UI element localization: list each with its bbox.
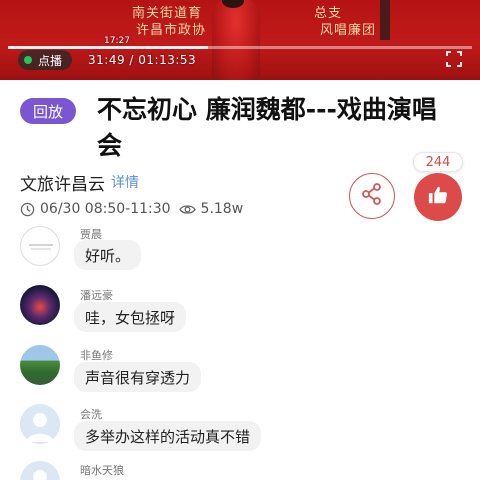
view-count: 5.18w [200, 201, 244, 217]
comment-text: 声音很有穿透力 [74, 362, 202, 392]
logo-avatar[interactable] [20, 226, 60, 266]
comment-text: 多举办这样的活动真不错 [74, 421, 262, 451]
comment-text: 哇，女包拯呀 [74, 302, 187, 332]
eye-icon [178, 202, 201, 217]
program-meta: 06/30 08:50-11:30 5.18w [20, 201, 243, 217]
comment-text: 好听。 [74, 240, 142, 270]
time-range: 06/30 08:50-11:30 [40, 201, 171, 217]
fullscreen-icon[interactable] [446, 51, 462, 67]
live-dot-icon [24, 56, 32, 64]
thumbs-up-icon [427, 184, 449, 210]
share-icon [360, 182, 384, 210]
replay-badge: 回放 [20, 98, 76, 124]
clock-icon [20, 202, 40, 217]
play-time: 31:49 / 01:13:53 [88, 53, 197, 67]
night-avatar[interactable] [20, 285, 60, 325]
stage-prop [380, 0, 390, 40]
mode-badge[interactable]: 点播 [18, 50, 73, 70]
default-avatar[interactable] [20, 461, 60, 480]
stage-banner-text: 风唱廉团 [320, 23, 377, 38]
channel-name[interactable]: 文旅许昌云 [20, 170, 105, 195]
nature-avatar[interactable] [20, 345, 60, 385]
commenter-name: 潘远豪 [80, 289, 113, 302]
player-controls: 点播 31:49 / 01:13:53 [0, 48, 480, 72]
like-count-badge: 244 [413, 152, 463, 172]
like-button[interactable] [414, 173, 462, 221]
stage-banner-text: 许昌市政协 [136, 23, 207, 38]
share-button[interactable] [349, 173, 395, 219]
commenter-name: 非鱼修 [80, 349, 113, 362]
mode-label: 点播 [38, 53, 63, 68]
default-avatar[interactable] [20, 404, 60, 444]
video-player[interactable]: 南关街道育 许昌市政协 总支 风唱廉团 17:27 点播 31:49 / 01:… [0, 0, 480, 80]
program-title: 不忘初心 廉润魏都---戏曲演唱会 [97, 95, 437, 160]
commenter-name: 暗水天狼 [80, 464, 124, 477]
detail-link[interactable]: 详情 [111, 172, 139, 192]
commenter-name: 会洗 [80, 408, 102, 421]
video-clock: 17:27 [104, 36, 130, 46]
